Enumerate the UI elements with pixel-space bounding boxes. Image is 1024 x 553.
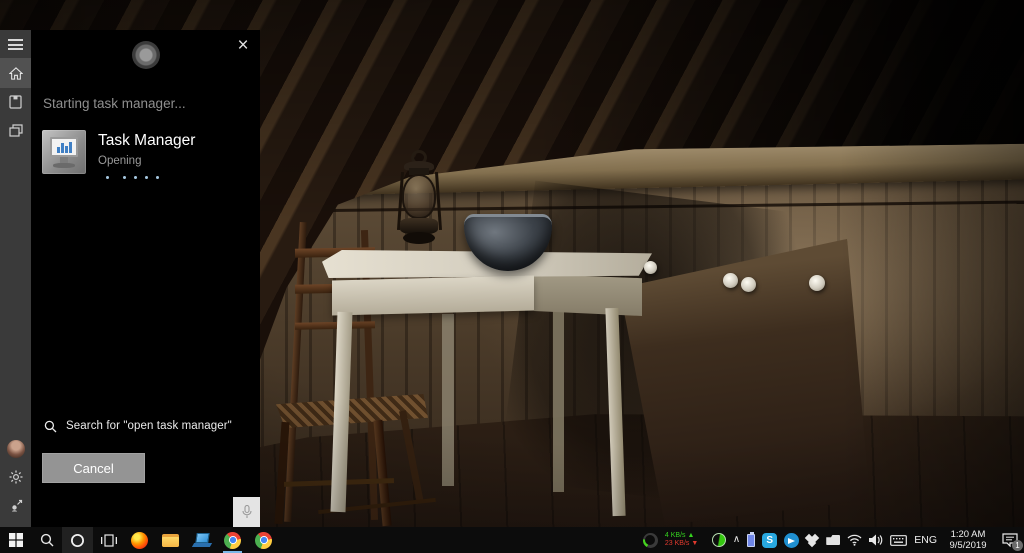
chrome-taskbar-button-2[interactable] <box>248 527 279 553</box>
cortana-taskbar-button[interactable] <box>62 527 93 553</box>
wallpaper-knob <box>741 277 756 292</box>
cortana-circle-icon <box>70 533 85 548</box>
cancel-button[interactable]: Cancel <box>42 453 145 483</box>
laptop-app-taskbar-button[interactable] <box>186 527 217 553</box>
monitor-gauge-tray-icon[interactable] <box>643 533 658 548</box>
microphone-button[interactable] <box>233 497 260 527</box>
net-down-speed: 23 KB/s <box>665 540 690 547</box>
wifi-icon[interactable] <box>847 534 862 546</box>
firefox-taskbar-button[interactable] <box>124 527 155 553</box>
laptop-icon <box>193 533 211 547</box>
sidebar-item-devices[interactable] <box>0 116 31 144</box>
cortana-panel: × Starting task manager... Task Manager … <box>31 30 260 527</box>
language-indicator[interactable]: ENG <box>914 534 937 546</box>
devices-icon <box>9 124 23 137</box>
touch-keyboard-icon[interactable] <box>890 535 907 546</box>
sidebar-user-avatar[interactable] <box>0 435 31 463</box>
cortana-orb-icon <box>132 41 160 69</box>
battery-icon[interactable] <box>747 534 755 547</box>
avatar <box>7 440 25 458</box>
file-explorer-icon <box>162 534 179 547</box>
wallpaper-knob <box>723 273 738 288</box>
network-speed-meter[interactable]: 4 KB/s ▲ 23 KB/s ▼ <box>665 532 705 548</box>
result-status: Opening <box>98 155 141 167</box>
down-arrow-icon: ▼ <box>691 540 698 547</box>
search-fallback-label: Search for "open task manager" <box>66 420 232 432</box>
hamburger-menu-button[interactable] <box>0 30 31 58</box>
battery-saver-tray-icon[interactable] <box>712 533 726 547</box>
blue-app-tray-icon[interactable] <box>784 533 799 548</box>
cortana-sidebar <box>0 30 31 527</box>
wallpaper-knob <box>809 275 825 291</box>
microphone-icon <box>242 505 252 519</box>
result-title: Task Manager <box>98 132 195 150</box>
start-button[interactable] <box>0 527 31 553</box>
home-icon <box>9 67 23 80</box>
clock-date: 9/5/2019 <box>950 540 987 551</box>
task-manager-app-icon <box>42 130 86 174</box>
firefox-icon <box>131 532 148 549</box>
taskbar: 4 KB/s ▲ 23 KB/s ▼ ∧ S <box>0 527 1024 553</box>
notification-badge: 1 <box>1012 540 1023 551</box>
action-center-button[interactable]: 1 <box>999 530 1021 550</box>
skype-tray-icon[interactable]: S <box>762 533 777 548</box>
sidebar-item-notebook[interactable] <box>0 88 31 116</box>
search-icon <box>40 533 54 547</box>
windows-logo-icon <box>9 533 23 547</box>
chrome-icon <box>224 532 241 549</box>
net-up-speed: 4 KB/s <box>665 532 686 539</box>
cortana-status-text: Starting task manager... <box>43 96 186 111</box>
dropbox-tray-icon[interactable] <box>806 534 819 547</box>
gear-icon <box>9 470 23 484</box>
search-icon <box>44 420 57 433</box>
file-explorer-taskbar-button[interactable] <box>155 527 186 553</box>
search-fallback-row[interactable]: Search for "open task manager" <box>31 411 260 441</box>
task-view-button[interactable] <box>93 527 124 553</box>
taskbar-search-button[interactable] <box>31 527 62 553</box>
notebook-icon <box>9 95 22 109</box>
sidebar-item-feedback[interactable] <box>0 491 31 519</box>
system-tray: 4 KB/s ▲ 23 KB/s ▼ ∧ S <box>643 527 1024 553</box>
wallpaper-knob <box>644 261 657 274</box>
loading-dots <box>106 176 159 179</box>
task-manager-result[interactable]: Task Manager Opening <box>42 130 248 178</box>
clock-time: 1:20 AM <box>951 529 986 540</box>
wallpaper-table <box>322 238 652 513</box>
show-hidden-icons-button[interactable]: ∧ <box>733 534 740 545</box>
hamburger-icon <box>8 39 23 50</box>
feedback-person-icon <box>9 498 23 512</box>
task-view-icon <box>101 534 117 547</box>
chrome-taskbar-button-1[interactable] <box>217 527 248 553</box>
close-icon: × <box>237 35 248 56</box>
sidebar-item-settings[interactable] <box>0 463 31 491</box>
folder-tray-icon[interactable] <box>826 535 840 545</box>
chrome-icon <box>255 532 272 549</box>
sidebar-item-home[interactable] <box>0 58 31 88</box>
taskbar-clock[interactable]: 1:20 AM 9/5/2019 <box>944 529 992 551</box>
close-button[interactable]: × <box>233 36 253 56</box>
volume-icon[interactable] <box>869 534 883 546</box>
wallpaper-lantern <box>394 150 446 260</box>
up-arrow-icon: ▲ <box>687 532 694 539</box>
